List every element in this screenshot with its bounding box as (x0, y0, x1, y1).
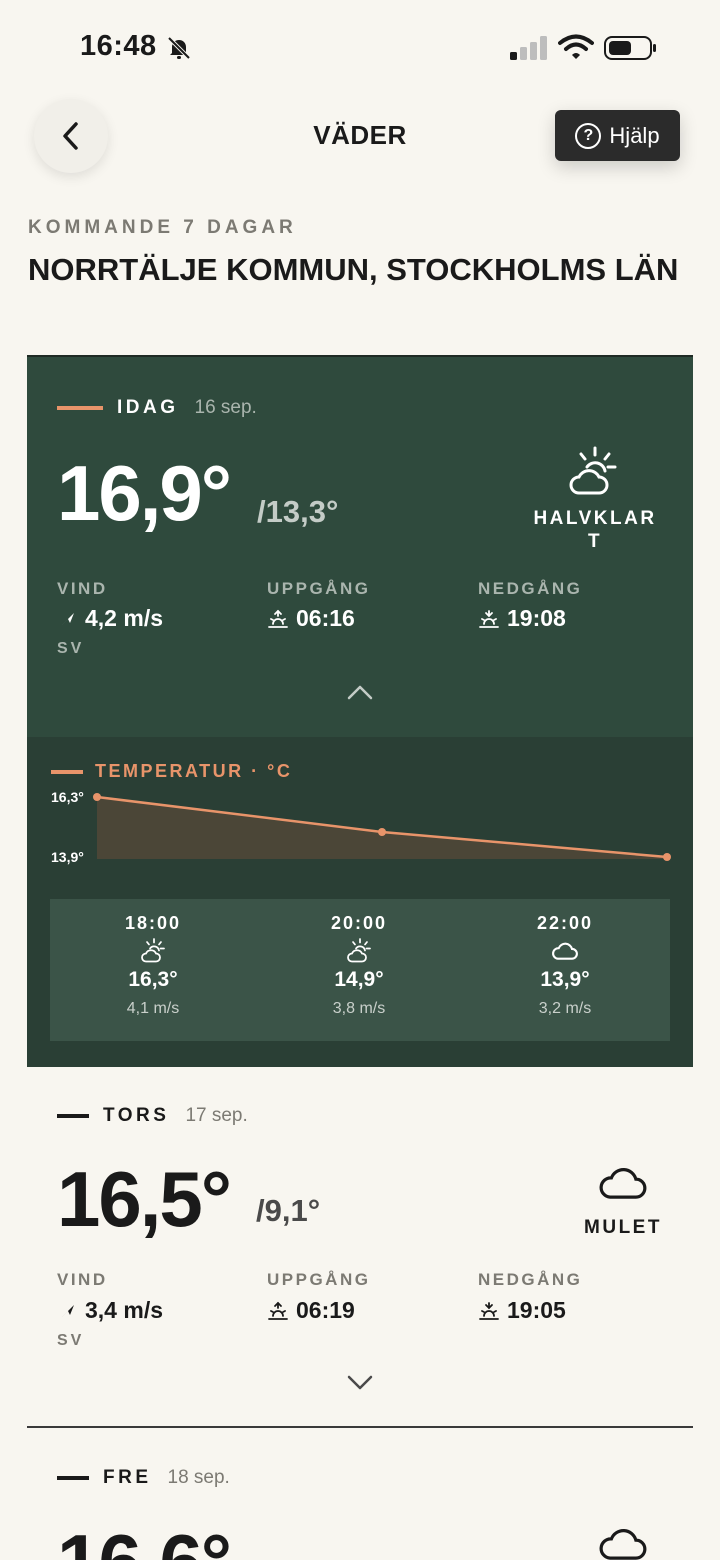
temperature-section: TEMPERATUR · °C 16,3° 13,9° 18:00 16,3° … (27, 737, 693, 1067)
high-temp: 16,6° (57, 1523, 232, 1560)
cloud-icon (599, 1529, 647, 1560)
temperature-dash (51, 769, 83, 774)
sunrise-value: 06:19 (268, 1297, 355, 1324)
today-card[interactable]: IDAG 16 sep. 16,9° /13,3° HALVKLAR T VIN… (27, 355, 693, 1067)
wind-direction-icon (62, 612, 74, 625)
partly-cloudy-icon (141, 938, 165, 963)
help-button[interactable]: ? Hjälp (555, 110, 680, 161)
wifi-icon (558, 34, 594, 59)
y-tick-label: 16,3° (51, 789, 84, 805)
low-temp: /9,1° (256, 1193, 321, 1228)
day-header: IDAG 16 sep. (57, 397, 257, 419)
sunset-label: NEDGÅNG (478, 579, 583, 598)
hour-column: 20:00 14,9° 3,8 m/s (256, 913, 462, 1018)
high-temp: 16,5° (57, 1155, 232, 1243)
sunset-time: 19:08 (507, 605, 566, 631)
day-card[interactable]: TORS 17 sep. 16,5° /9,1° MULET VIND 3,4 … (27, 1065, 693, 1427)
day-name: IDAG (117, 397, 179, 418)
wind-label: VIND (57, 1270, 108, 1289)
section-label: KOMMANDE 7 DAGAR (28, 217, 297, 238)
hour-temp: 16,3° (128, 968, 178, 991)
location-title: NORRTÄLJE KOMMUN, STOCKHOLMS LÄN (28, 252, 679, 287)
day-dash (57, 406, 103, 410)
y-tick-label: 13,9° (51, 849, 84, 865)
bell-off-icon (167, 36, 191, 60)
condition-line-1: HALVKLAR (533, 508, 657, 529)
sunrise-label: UPPGÅNG (267, 1270, 371, 1289)
cloud-icon (552, 942, 578, 960)
signal-icon (510, 36, 547, 60)
sunset-icon (479, 609, 499, 628)
sunrise-value: 06:16 (268, 605, 355, 632)
sunset-label: NEDGÅNG (478, 1270, 583, 1289)
sunset-value: 19:05 (479, 1297, 566, 1324)
wind-speed: 3,4 m/s (85, 1297, 163, 1323)
hour-column: 18:00 16,3° 4,1 m/s (50, 913, 256, 1018)
sunset-value: 19:08 (479, 605, 566, 632)
wind-value: 3,4 m/s (59, 1297, 163, 1324)
sunset-time: 19:05 (507, 1297, 566, 1323)
day-name: FRE (103, 1467, 152, 1488)
low-temp: /13,3° (257, 494, 339, 529)
sunset-icon (479, 1301, 499, 1320)
condition-label: HALVKLAR T (527, 507, 663, 553)
hour-time: 18:00 (124, 913, 182, 933)
temperature-chart: 16,3° 13,9° (51, 789, 671, 865)
chart-point (663, 853, 671, 861)
sunrise-time: 06:19 (296, 1297, 355, 1323)
chevron-down-icon[interactable] (347, 1375, 373, 1391)
hour-temp: 14,9° (334, 968, 384, 991)
hour-wind: 4,1 m/s (126, 1000, 180, 1017)
sunrise-time: 06:16 (296, 605, 355, 631)
hour-wind: 3,8 m/s (332, 1000, 386, 1017)
chart-point (93, 793, 101, 801)
temperature-title-text: TEMPERATUR · °C (95, 761, 293, 781)
wind-direction-icon (62, 1304, 74, 1317)
status-time: 16:48 (80, 30, 157, 62)
condition-line-2: T (587, 531, 603, 552)
wind-speed: 4,2 m/s (85, 605, 163, 631)
wind-value: 4,2 m/s (59, 605, 163, 632)
hour-time: 20:00 (330, 913, 388, 933)
day-dash (57, 1114, 89, 1118)
wind-direction: SV (57, 1332, 85, 1349)
day-name: TORS (103, 1105, 170, 1126)
day-date: 18 sep. (167, 1467, 230, 1488)
hour-column: 22:00 13,9° 3,2 m/s (462, 913, 668, 1018)
condition-label: MULET (584, 1217, 662, 1238)
battery-icon (604, 36, 656, 60)
wind-direction: SV (57, 640, 85, 657)
hourly-panel: 18:00 16,3° 4,1 m/s 20:00 14,9° 3,8 m/s … (50, 899, 670, 1041)
status-bar: 16:48 (0, 0, 720, 96)
day-date: 16 sep. (194, 397, 257, 418)
hour-time: 22:00 (536, 913, 594, 933)
day-header: FRE 18 sep. (57, 1467, 230, 1489)
question-icon: ? (575, 122, 602, 149)
partly-cloudy-icon (569, 446, 617, 495)
high-temp: 16,9° (57, 449, 232, 537)
partly-cloudy-icon (347, 938, 371, 963)
hour-wind: 3,2 m/s (538, 1000, 592, 1017)
temperature-title: TEMPERATUR · °C (51, 761, 292, 782)
wind-label: VIND (57, 579, 108, 598)
chart-point (378, 828, 386, 836)
hour-temp: 13,9° (540, 968, 590, 991)
day-card[interactable]: FRE 18 sep. 16,6° (27, 1428, 693, 1560)
sunrise-icon (268, 609, 288, 628)
chevron-up-icon[interactable] (347, 684, 373, 700)
help-label: Hjälp (609, 122, 660, 148)
sunrise-label: UPPGÅNG (267, 579, 371, 598)
cloud-icon (599, 1168, 647, 1199)
sunrise-icon (268, 1301, 288, 1320)
day-date: 17 sep. (185, 1105, 248, 1126)
day-dash (57, 1476, 89, 1480)
day-header: TORS 17 sep. (57, 1105, 248, 1127)
